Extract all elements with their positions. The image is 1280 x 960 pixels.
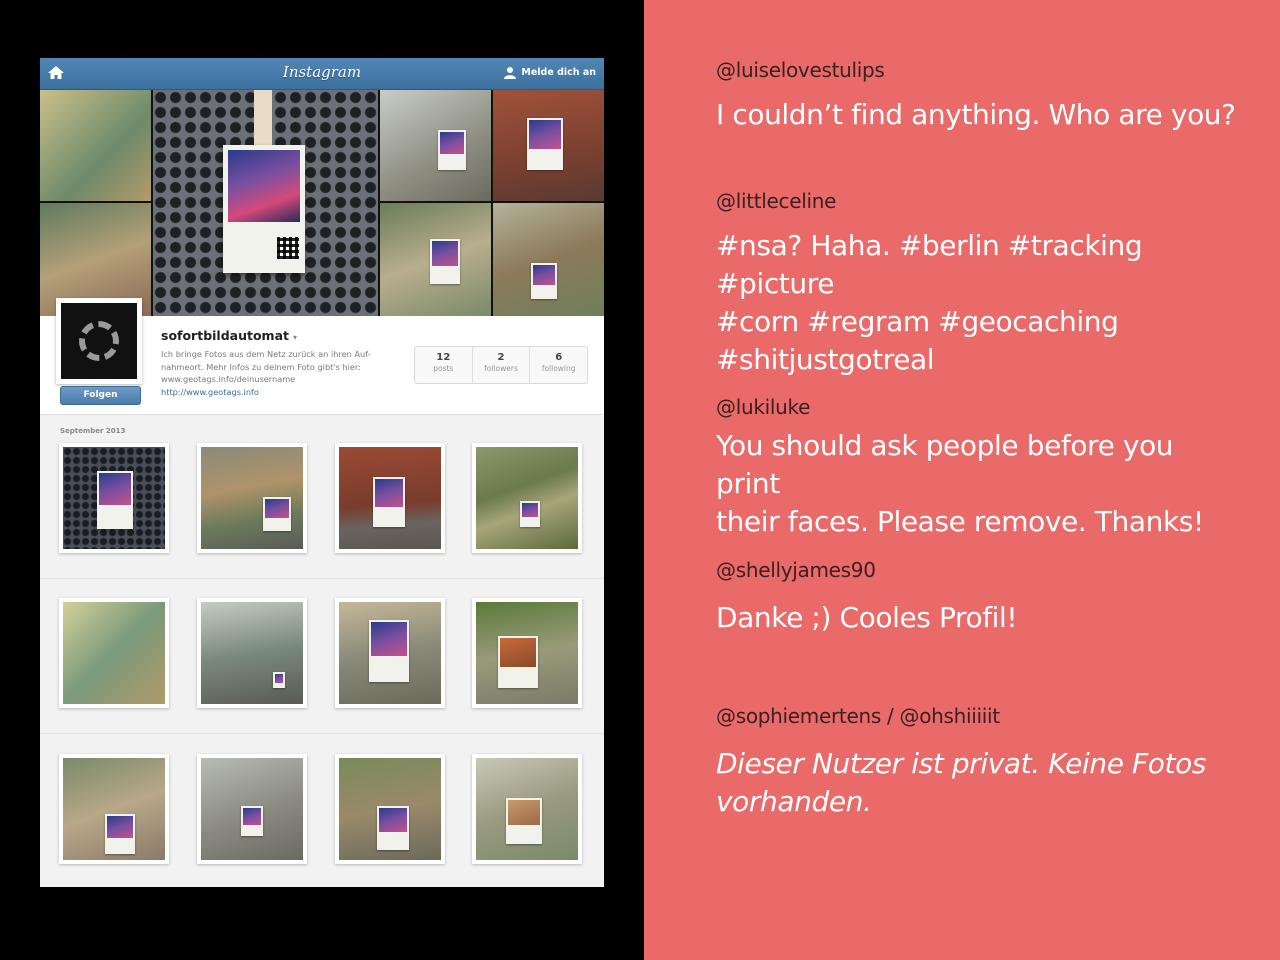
profile-website-link[interactable]: http://www.geotags.info: [161, 386, 401, 399]
user-icon: [504, 67, 517, 79]
profile-bio: Ich bringe Fotos aus dem Netz zurück an …: [161, 348, 401, 398]
profile-header: Folgen sofortbildautomat ▾ Ich bringe Fot…: [40, 298, 604, 415]
photo-thumbnail[interactable]: [472, 754, 582, 864]
cover-photo[interactable]: [40, 90, 151, 201]
follow-button[interactable]: Folgen: [60, 386, 141, 405]
profile-stats: 12 posts 2 followers 6 following: [414, 346, 588, 384]
cover-photo[interactable]: [493, 90, 604, 201]
cover-photo[interactable]: [380, 90, 491, 201]
qr-code-icon: [277, 237, 299, 259]
photo-thumbnail[interactable]: [59, 443, 169, 553]
comment-text: Danke ;) Cooles Profil!: [716, 601, 1018, 634]
photo-thumbnail[interactable]: [197, 754, 307, 864]
comment-handle: @lukiluke: [716, 395, 811, 419]
profile-username[interactable]: sofortbildautomat ▾: [161, 328, 297, 343]
comment-handle: @littleceline: [716, 189, 837, 213]
photo-thumbnail[interactable]: [197, 443, 307, 553]
polaroid-photo: [223, 145, 305, 273]
grid-month-label: September 2013: [60, 427, 126, 435]
photo-thumbnail[interactable]: [197, 598, 307, 708]
login-link[interactable]: Melde dich an: [504, 66, 596, 79]
cover-photo[interactable]: [380, 203, 491, 316]
photo-thumbnail[interactable]: [472, 443, 582, 553]
comment-handle: @sophiemertens / @ohshiiiiit: [716, 704, 1000, 728]
comment-handle: @luiselovestulips: [716, 58, 885, 82]
instagram-topbar: Instagram Melde dich an: [40, 58, 604, 90]
chevron-down-icon[interactable]: ▾: [293, 333, 297, 342]
stat-followers[interactable]: 2 followers: [473, 347, 531, 383]
login-label: Melde dich an: [521, 67, 596, 78]
stat-posts[interactable]: 12 posts: [415, 347, 473, 383]
stat-following[interactable]: 6 following: [530, 347, 587, 383]
photo-thumbnail[interactable]: [335, 598, 445, 708]
photo-thumbnail[interactable]: [335, 443, 445, 553]
cover-photo-featured[interactable]: [153, 90, 378, 316]
comment-text: You should ask people before you print t…: [716, 429, 1204, 538]
comment-text: #nsa? Haha. #berlin #tracking #picture #…: [716, 229, 1143, 376]
photo-thumbnail[interactable]: [59, 754, 169, 864]
avatar[interactable]: [56, 298, 142, 384]
photo-thumbnail[interactable]: [335, 754, 445, 864]
cover-photo[interactable]: [493, 203, 604, 316]
photo-thumbnail[interactable]: [472, 598, 582, 708]
photo-thumbnail[interactable]: [59, 598, 169, 708]
comment-handle: @shellyjames90: [716, 558, 876, 582]
cover-photo-mosaic: [40, 90, 604, 316]
comment-text: I couldn’t find anything. Who are you?: [716, 98, 1236, 131]
instagram-profile-screenshot: Instagram Melde dich an Folgen sofortbil…: [40, 58, 604, 887]
comment-text: Dieser Nutzer ist privat. Keine Fotos vo…: [716, 747, 1206, 818]
